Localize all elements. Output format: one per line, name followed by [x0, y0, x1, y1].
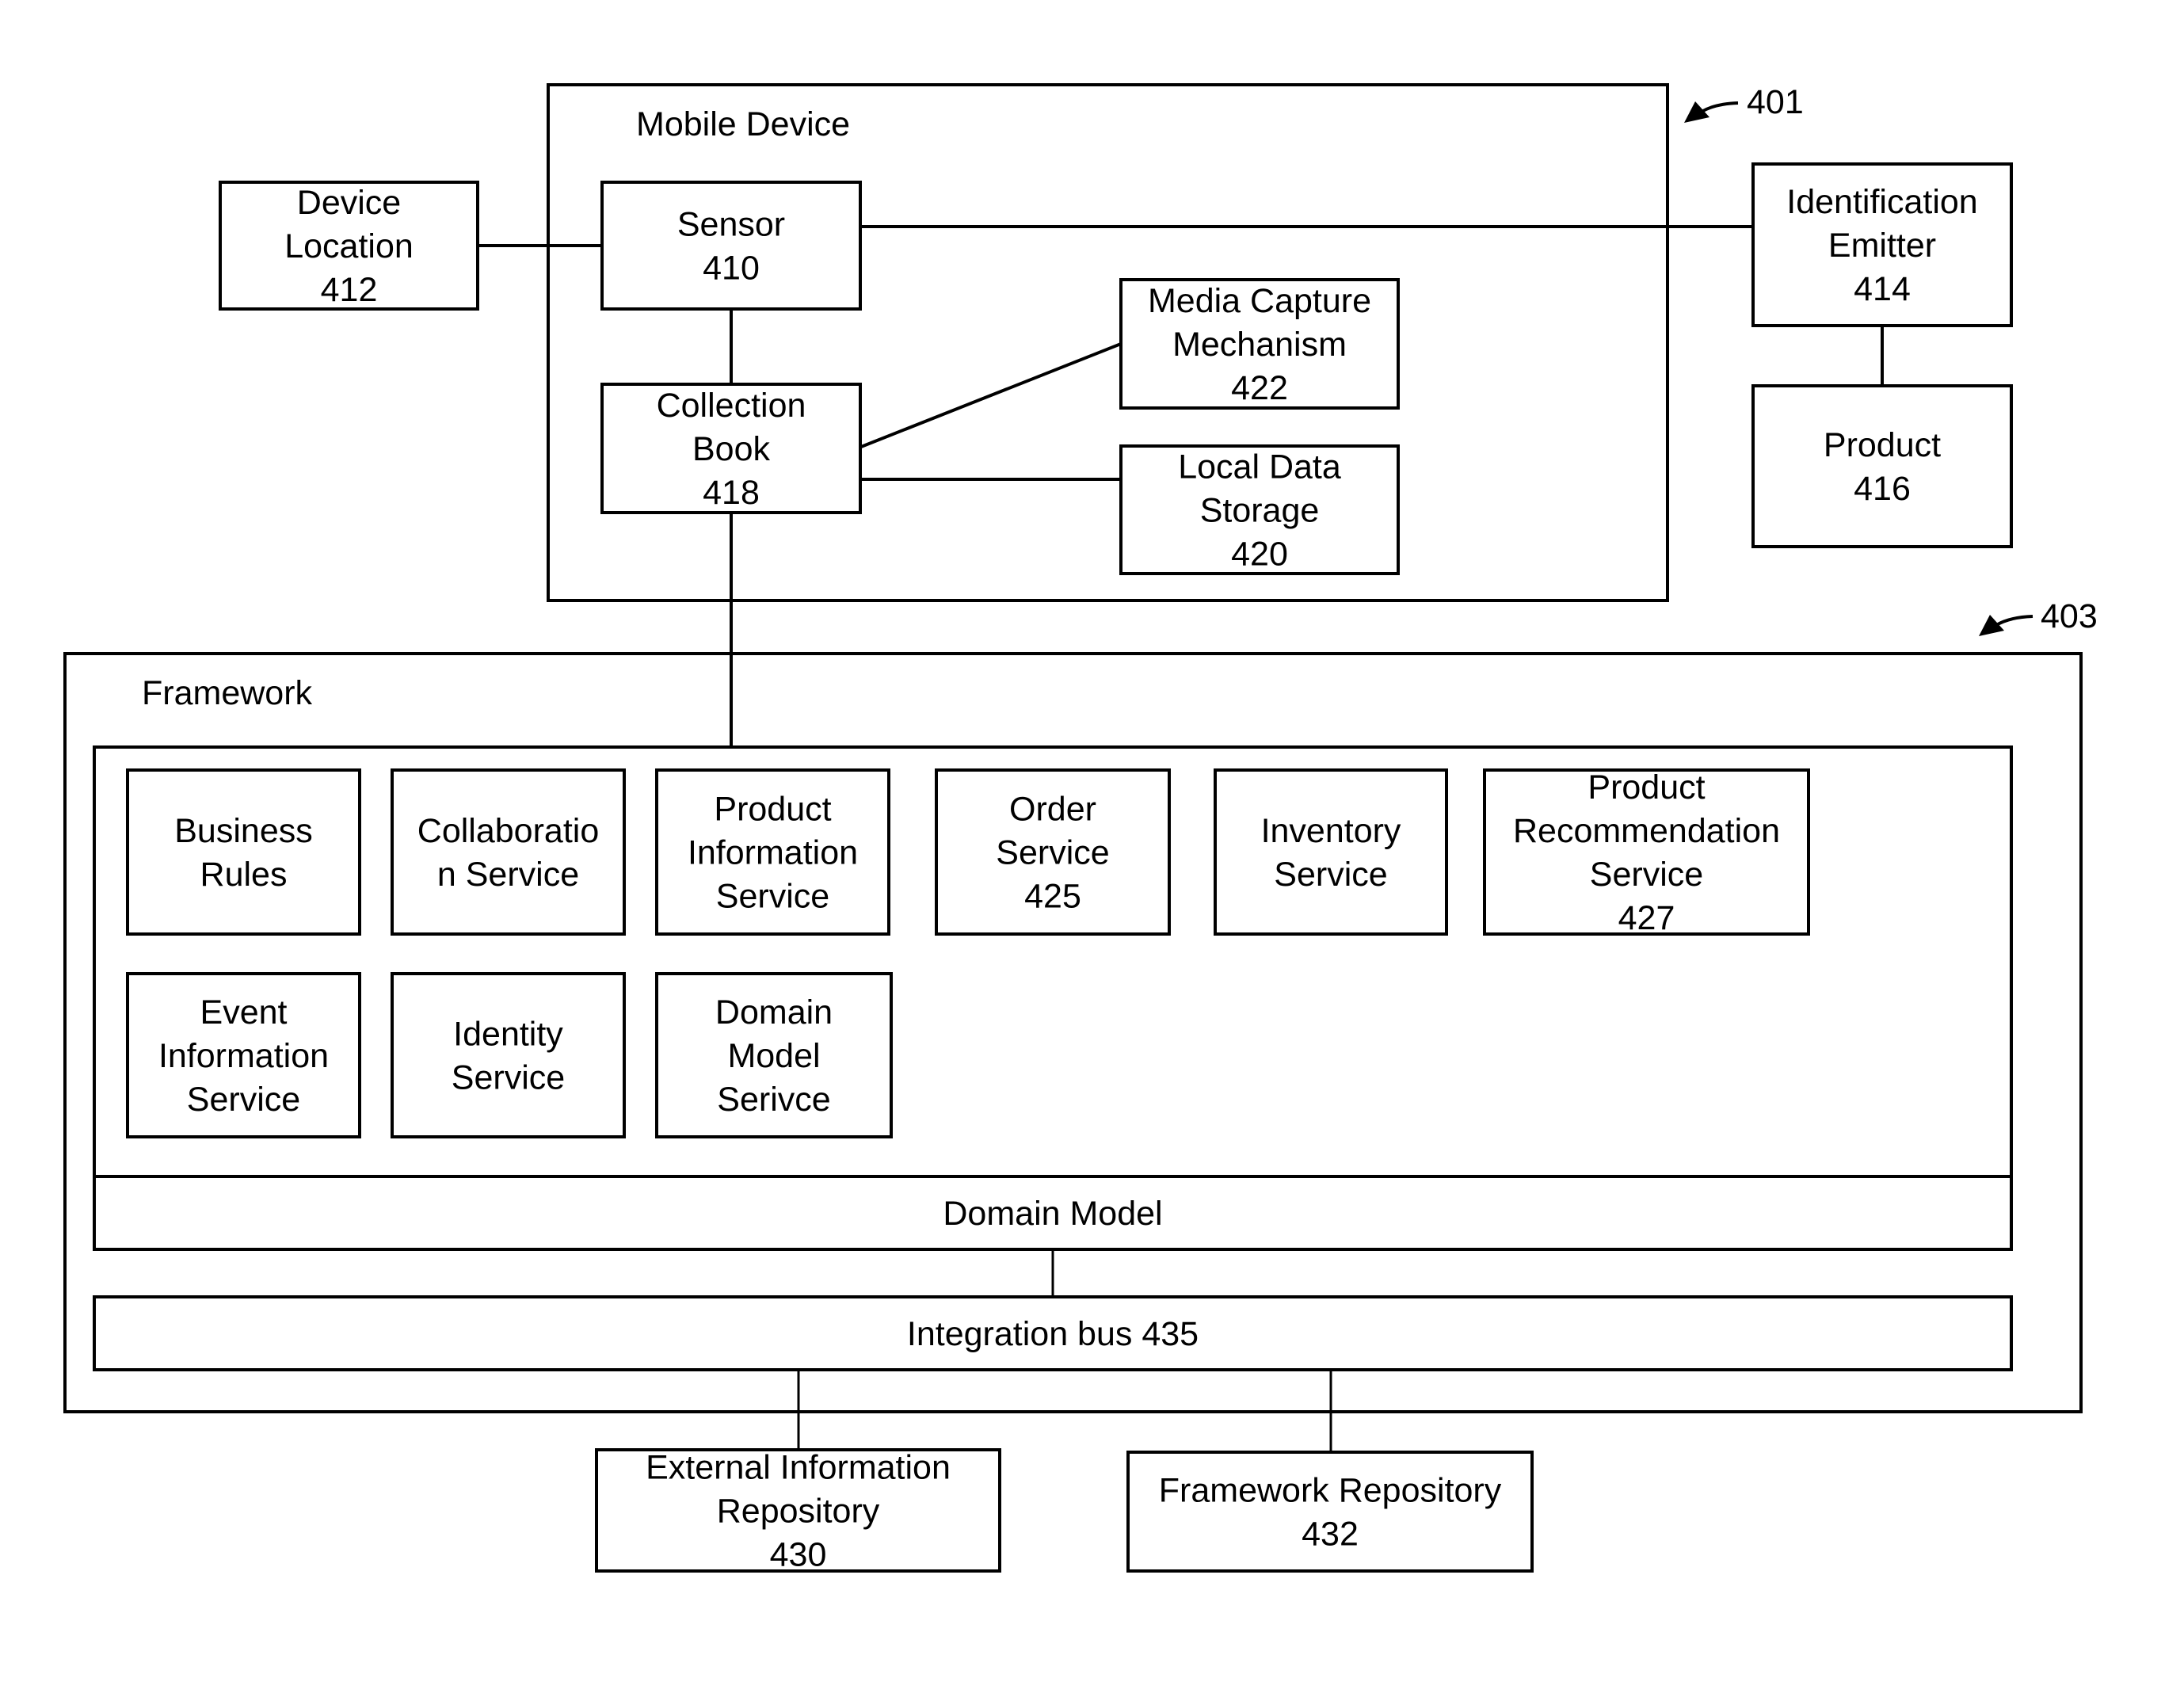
external-information-repository-label-line: Repository — [717, 1493, 880, 1531]
domain-model-service-label-line: Model — [727, 1037, 820, 1075]
event-information-service-node: Event Information Service — [126, 972, 361, 1138]
identification-emitter-node: Identification Emitter 414 — [1751, 162, 2013, 327]
event-information-service-label-line: Event — [200, 993, 288, 1031]
collaboration-service-label-line: Collaboratio — [417, 812, 599, 850]
domain-model-label-line: Domain Model — [943, 1195, 1162, 1233]
product-recommendation-service-label-line: Recommendation — [1513, 812, 1780, 850]
framework-title: Framework — [142, 674, 313, 712]
domain-model-service-node: Domain Model Serivce — [655, 972, 893, 1138]
inventory-service-box — [1214, 768, 1448, 936]
external-information-repository-label-line: 430 — [770, 1536, 827, 1574]
media-capture-label-line: Mechanism — [1172, 326, 1347, 364]
inventory-service-label-line: Inventory — [1261, 812, 1401, 850]
callout-403-leader — [1995, 615, 2033, 627]
order-service-label-line: Order — [1009, 791, 1096, 829]
device-location-label-line: Device — [297, 184, 401, 222]
order-service-node: Order Service 425 — [935, 768, 1171, 936]
event-information-service-label-line: Information — [158, 1037, 329, 1075]
callout-401-label: 401 — [1747, 83, 1804, 121]
framework-repository-label-line: 432 — [1302, 1516, 1359, 1554]
event-information-service-label-line: Service — [187, 1081, 300, 1119]
mobile-device-container: Mobile Device — [547, 83, 1669, 602]
product-information-service-label-line: Product — [714, 791, 831, 829]
inventory-service-node: Inventory Service — [1214, 768, 1448, 936]
identity-service-node: Identity Service — [391, 972, 626, 1138]
framework-repository-box — [1126, 1451, 1534, 1573]
collection-book-node: Collection Book 418 — [600, 383, 862, 514]
collaboration-service-node: Collaboratio n Service — [391, 768, 626, 936]
local-data-storage-label-line: Local Data — [1178, 448, 1341, 486]
product-recommendation-service-label-line: 427 — [1618, 899, 1675, 937]
identity-service-label-line: Service — [452, 1059, 565, 1097]
local-data-storage-label-line: Storage — [1200, 492, 1320, 530]
product-information-service-node: Product Information Service — [655, 768, 890, 936]
nodes: Device Location 412 Sensor 410 Collection Book… — [93, 162, 2013, 1574]
system-architecture-diagram: Mobile Device 401 403 Framework Device Lo… — [63, 83, 2098, 1574]
product-box — [1751, 384, 2013, 548]
identification-emitter-label-line: Identification — [1786, 183, 1977, 221]
collection-book-label-line: Collection — [657, 387, 806, 425]
sensor-box — [600, 181, 862, 311]
product-label-line: 416 — [1854, 470, 1911, 508]
sensor-label-line: 410 — [703, 250, 760, 288]
collaboration-service-label-line: n Service — [437, 856, 579, 894]
framework-repository-label-line: Framework Repository — [1159, 1472, 1502, 1510]
mobile-device-border — [547, 83, 1669, 602]
business-rules-node: Business Rules — [126, 768, 361, 936]
integration-bus-node: Integration bus 435 — [93, 1295, 2013, 1371]
product-recommendation-service-label-line: Product — [1587, 768, 1705, 806]
collection-book-label-line: Book — [692, 430, 771, 468]
product-label-line: Product — [1824, 426, 1941, 464]
callout-401-leader — [1700, 101, 1739, 113]
domain-model-service-label-line: Domain — [715, 993, 833, 1031]
sensor-label-line: Sensor — [677, 206, 785, 244]
product-node: Product 416 — [1751, 384, 2013, 548]
identity-service-label-line: Identity — [453, 1016, 563, 1054]
product-information-service-label-line: Information — [688, 834, 858, 872]
inventory-service-label-line: Service — [1274, 856, 1387, 894]
product-recommendation-service-label-line: Service — [1590, 856, 1703, 894]
product-information-service-label-line: Service — [716, 878, 829, 916]
callout-401-arrowhead-icon — [1684, 101, 1709, 123]
connector-collection-book-media-capture — [860, 342, 1122, 448]
domain-model-service-label-line: Serivce — [717, 1081, 830, 1119]
media-capture-label-line: 422 — [1231, 369, 1288, 407]
local-data-storage-label-line: 420 — [1231, 536, 1288, 574]
media-capture-node: Media Capture Mechanism 422 — [1119, 278, 1400, 410]
identification-emitter-label-line: Emitter — [1828, 227, 1936, 265]
callout-403-label: 403 — [2041, 597, 2098, 635]
device-location-node: Device Location 412 — [219, 181, 479, 311]
framework-repository-node: Framework Repository 432 — [1126, 1451, 1534, 1573]
sensor-node: Sensor 410 — [600, 181, 862, 311]
identification-emitter-label-line: 414 — [1854, 270, 1911, 308]
callout-401: 401 — [1684, 83, 1804, 123]
product-recommendation-service-node: Product Recommendation Service 427 — [1483, 768, 1810, 937]
device-location-label-line: 412 — [321, 271, 378, 309]
media-capture-label-line: Media Capture — [1148, 282, 1371, 320]
order-service-label-line: 425 — [1024, 878, 1081, 916]
collaboration-service-box — [391, 768, 626, 936]
order-service-label-line: Service — [996, 834, 1109, 872]
identity-service-box — [391, 972, 626, 1138]
device-location-label-line: Location — [284, 227, 414, 265]
business-rules-label-line: Business — [174, 812, 312, 850]
callout-403: 403 — [1979, 597, 2098, 636]
domain-model-node: Domain Model — [93, 1175, 2013, 1251]
external-information-repository-label-line: External Information — [646, 1449, 951, 1487]
collection-book-label-line: 418 — [703, 474, 760, 512]
business-rules-label-line: Rules — [200, 856, 288, 894]
external-information-repository-node: External Information Repository 430 — [595, 1448, 1001, 1574]
mobile-device-title: Mobile Device — [636, 105, 850, 143]
integration-bus-label-line: Integration bus 435 — [907, 1315, 1199, 1353]
business-rules-box — [126, 768, 361, 936]
local-data-storage-node: Local Data Storage 420 — [1119, 444, 1400, 575]
callout-403-arrowhead-icon — [1979, 615, 2004, 636]
